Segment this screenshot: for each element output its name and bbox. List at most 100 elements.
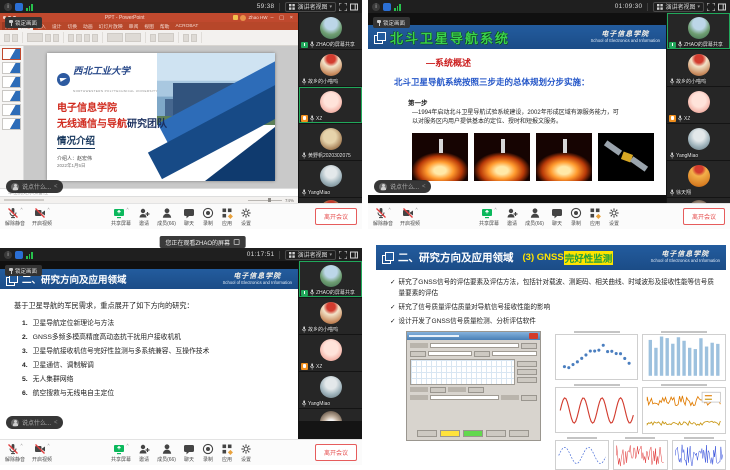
slide-thumbnail-6[interactable] xyxy=(2,118,21,130)
meeting-info-icon[interactable]: i xyxy=(4,251,12,259)
participant-tile[interactable]: 故乡的小喵呜 xyxy=(667,50,730,86)
meeting-info-icon[interactable]: i xyxy=(372,3,380,11)
participant-tile[interactable]: XZ xyxy=(299,87,362,123)
participant-tile[interactable]: 黄野帆2020302075 xyxy=(299,124,362,160)
view-mode-selector[interactable]: 演讲者视图 ▾ xyxy=(285,2,336,12)
leave-meeting-button[interactable]: 离开会议 xyxy=(683,208,725,225)
watching-banner[interactable]: 您正在观看ZHAO的屏幕 xyxy=(159,236,246,248)
ppt-tab-10[interactable]: 帮助 xyxy=(157,22,173,30)
toolbar-chat-button[interactable]: 聊天 xyxy=(183,207,195,227)
toolbar-share-screen-button[interactable]: ^共享屏幕 xyxy=(479,207,499,227)
toolbar-apps-button[interactable]: 应用 xyxy=(221,207,233,227)
slide-thumbnail-panel[interactable] xyxy=(0,46,24,188)
toolbar-camera-off-button[interactable]: ^开启视频 xyxy=(32,207,52,227)
hand-raised-icon xyxy=(301,115,308,122)
toolbar-invite-button[interactable]: 邀请 xyxy=(506,207,518,227)
toolbar-camera-off-button[interactable]: ^开启视频 xyxy=(32,443,52,463)
layout-icon[interactable] xyxy=(350,251,358,259)
toolbar-apps-button[interactable]: 应用 xyxy=(221,443,233,463)
chevron-up-icon[interactable]: ^ xyxy=(494,207,496,212)
participant-tile[interactable]: 徐天翔 xyxy=(667,161,730,197)
participant-tile[interactable]: YangMiao xyxy=(667,124,730,160)
leave-meeting-button[interactable]: 离开会议 xyxy=(315,444,357,461)
toolbar-chat-button[interactable]: 聊天 xyxy=(551,207,563,227)
chevron-up-icon[interactable]: ^ xyxy=(47,443,49,448)
participant-tile[interactable]: XZ xyxy=(667,87,730,123)
leave-meeting-button[interactable]: 离开会议 xyxy=(315,208,357,225)
chevron-up-icon[interactable]: ^ xyxy=(20,443,22,448)
chat-quick-bubble[interactable]: 说点什么...< xyxy=(374,180,431,193)
toolbar-record-button[interactable]: 录制 xyxy=(202,207,214,227)
toolbar-members-button[interactable]: 成员(66) xyxy=(157,443,176,463)
lock-screen-button[interactable]: 锁定画面 xyxy=(5,265,42,276)
ppt-tab-7[interactable]: 幻灯片放映 xyxy=(96,22,126,30)
chevron-up-icon[interactable]: ^ xyxy=(20,207,22,212)
chevron-up-icon[interactable]: ^ xyxy=(388,207,390,212)
slide-thumbnail-3[interactable] xyxy=(2,76,21,88)
participant-tile[interactable]: XZ xyxy=(299,335,362,371)
participant-tile[interactable]: 故乡的小喵呜 xyxy=(299,50,362,86)
participant-tile[interactable]: YangMiao xyxy=(299,161,362,197)
toolbar-camera-off-button[interactable]: ^开启视频 xyxy=(400,207,420,227)
chevron-up-icon[interactable]: ^ xyxy=(126,443,128,448)
layout-icon[interactable] xyxy=(718,3,726,11)
lock-screen-button[interactable]: 锁定画面 xyxy=(373,17,410,28)
participant-tile[interactable]: 故乡的小喵呜 xyxy=(299,298,362,334)
ppt-tab-11[interactable]: ACROBAT xyxy=(172,22,201,30)
toolbar-mic-muted-button[interactable]: ^解除静音 xyxy=(5,207,25,227)
toolbar-share-screen-button[interactable]: ^共享屏幕 xyxy=(111,443,131,463)
slide-thumbnail-4[interactable] xyxy=(2,90,21,102)
ppt-tab-9[interactable]: 视图 xyxy=(141,22,157,30)
zoom-slider[interactable] xyxy=(248,200,282,201)
exit-view-icon[interactable] xyxy=(234,239,240,245)
meeting-protect-icon[interactable] xyxy=(15,251,23,259)
ppt-tab-4[interactable]: 设计 xyxy=(49,22,65,30)
ppt-tab-6[interactable]: 动画 xyxy=(80,22,96,30)
toolbar-share-screen-button[interactable]: ^共享屏幕 xyxy=(111,207,131,227)
ppt-account[interactable]: Zhao HW xyxy=(233,15,267,21)
toolbar-settings-button[interactable]: 设置 xyxy=(240,443,252,463)
toolbar-record-button[interactable]: 录制 xyxy=(202,443,214,463)
toolbar-members-button[interactable]: 成员(66) xyxy=(525,207,544,227)
view-mode-selector[interactable]: 演讲者视图 ▾ xyxy=(653,2,704,12)
chat-quick-bubble[interactable]: 说点什么...< xyxy=(6,416,63,429)
toolbar-mic-muted-button[interactable]: ^解除静音 xyxy=(5,443,25,463)
participant-tile[interactable] xyxy=(667,198,730,203)
layout-icon[interactable] xyxy=(350,3,358,11)
ppt-tab-5[interactable]: 切换 xyxy=(64,22,80,30)
toolbar-apps-button[interactable]: 应用 xyxy=(589,207,601,227)
participant-name: ZHAO的屏幕共享 xyxy=(684,41,723,48)
slide-thumbnail-2[interactable] xyxy=(2,62,21,74)
toolbar-members-button[interactable]: 成员(66) xyxy=(157,207,176,227)
fullscreen-icon[interactable] xyxy=(707,3,715,11)
window-controls[interactable]: – ▢ × xyxy=(270,15,295,21)
participant-tile[interactable]: ZHAO的屏幕共享 xyxy=(299,13,362,49)
participant-tile[interactable]: ZHAO的屏幕共享 xyxy=(299,261,362,297)
chevron-up-icon[interactable]: ^ xyxy=(126,207,128,212)
chat-quick-bubble[interactable]: 说点什么...< xyxy=(6,180,63,193)
participant-tile[interactable] xyxy=(299,198,362,203)
ppt-tab-8[interactable]: 审阅 xyxy=(126,22,142,30)
view-mode-selector[interactable]: 演讲者视图 ▾ xyxy=(285,250,336,260)
lock-screen-button[interactable]: 锁定画面 xyxy=(5,17,42,28)
toolbar-mic-muted-button[interactable]: ^解除静音 xyxy=(373,207,393,227)
toolbar-invite-button[interactable]: 邀请 xyxy=(138,443,150,463)
participant-tile[interactable]: ZHAO的屏幕共享 xyxy=(667,13,730,49)
toolbar-settings-button[interactable]: 设置 xyxy=(608,207,620,227)
meeting-info-icon[interactable]: i xyxy=(4,3,12,11)
fullscreen-icon[interactable] xyxy=(339,251,347,259)
toolbar-record-button[interactable]: 录制 xyxy=(570,207,582,227)
participant-tile[interactable] xyxy=(299,409,362,421)
participant-tile[interactable]: YangMiao xyxy=(299,372,362,408)
meeting-window-3: 您正在观看ZHAO的屏幕 i 01:17:51 演讲者视图 ▾ 二、研 xyxy=(0,235,362,465)
slide-thumbnail-1[interactable] xyxy=(2,48,21,60)
toolbar-chat-button[interactable]: 聊天 xyxy=(183,443,195,463)
chevron-up-icon[interactable]: ^ xyxy=(415,207,417,212)
meeting-protect-icon[interactable] xyxy=(15,3,23,11)
meeting-protect-icon[interactable] xyxy=(383,3,391,11)
fullscreen-icon[interactable] xyxy=(339,3,347,11)
chevron-up-icon[interactable]: ^ xyxy=(47,207,49,212)
toolbar-settings-button[interactable]: 设置 xyxy=(240,207,252,227)
slide-thumbnail-5[interactable] xyxy=(2,104,21,116)
toolbar-invite-button[interactable]: 邀请 xyxy=(138,207,150,227)
